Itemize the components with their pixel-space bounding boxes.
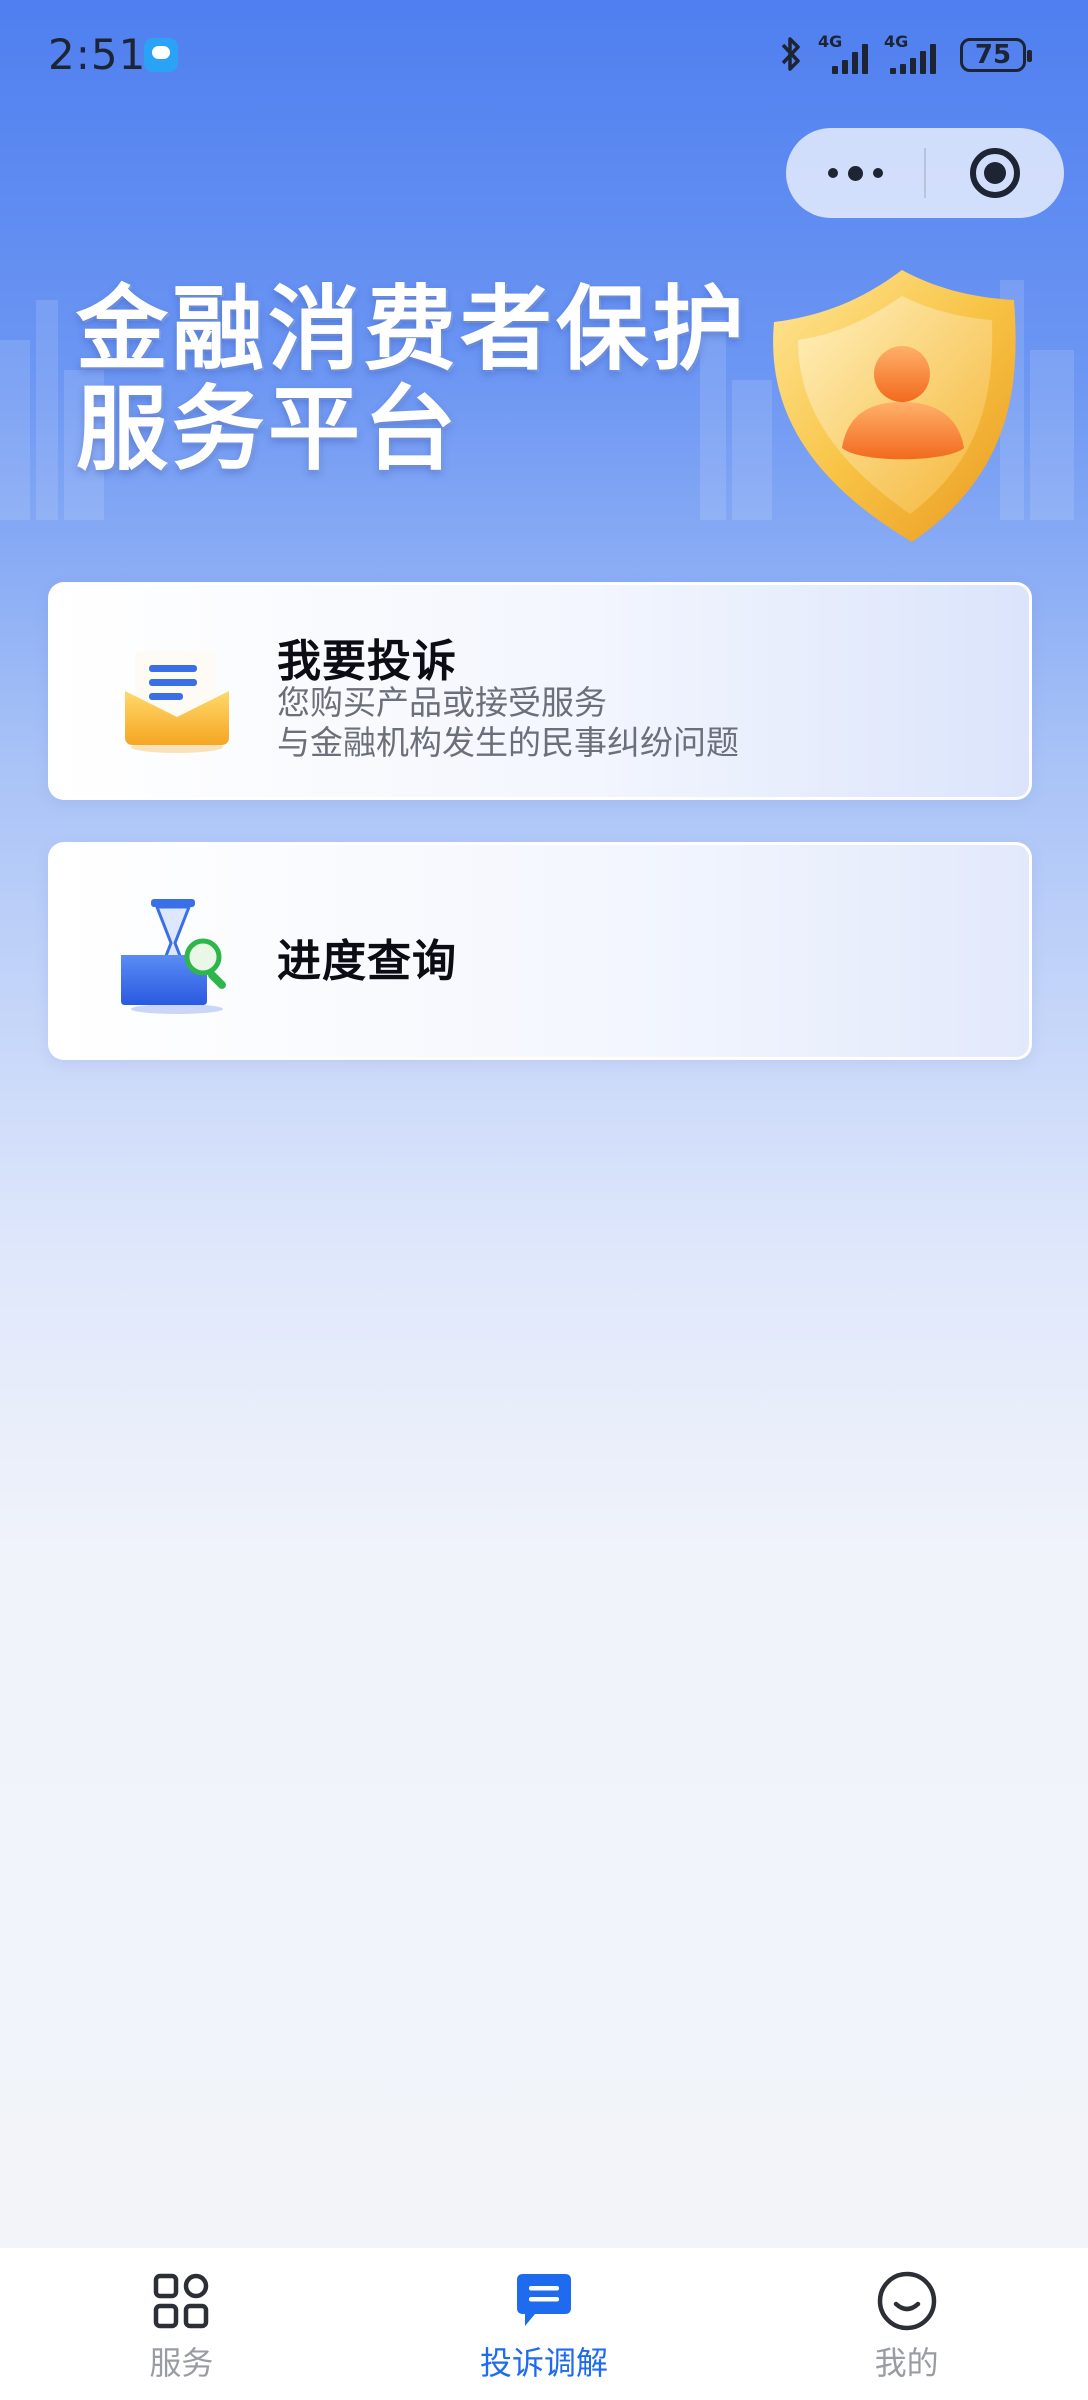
card-title: 我要投诉: [277, 636, 457, 687]
hourglass-search-icon: [121, 899, 226, 1014]
tab-services[interactable]: 服务: [0, 2248, 363, 2400]
tab-mine[interactable]: 我的: [725, 2248, 1088, 2400]
progress-query-card[interactable]: 进度查询: [48, 842, 1032, 1060]
shield-person-icon: [773, 270, 1016, 542]
status-bar: 2:51 4G 4G 75: [0, 0, 1088, 112]
battery-indicator: 75: [960, 38, 1032, 72]
message-icon: [517, 2274, 571, 2326]
card-desc-line-2: 与金融机构发生的民事纠纷问题: [277, 723, 739, 762]
tab-complaint-mediation[interactable]: 投诉调解: [363, 2248, 726, 2400]
target-circle-icon[interactable]: [926, 128, 1064, 218]
envelope-document-icon: [125, 651, 229, 753]
message-notification-icon: [144, 38, 178, 72]
status-time: 2:51: [48, 30, 147, 79]
mini-program-capsule: [786, 128, 1064, 218]
signal-strength-icon-2: 4G: [884, 32, 944, 74]
bluetooth-icon: [781, 37, 800, 71]
signal-strength-icon-1: 4G: [818, 32, 870, 74]
hero-title-line-1: 金融消费者保护: [76, 276, 749, 383]
more-dots-icon[interactable]: [786, 128, 924, 218]
complaint-card[interactable]: 我要投诉 您购买产品或接受服务 与金融机构发生的民事纠纷问题: [48, 582, 1032, 800]
tab-label: 投诉调解: [480, 2344, 609, 2382]
bottom-tab-bar: 服务 投诉调解 我的: [0, 2248, 1088, 2400]
tab-label: 我的: [874, 2344, 939, 2382]
hero-title-line-2: 服务平台: [76, 376, 461, 483]
tab-label: 服务: [149, 2344, 214, 2382]
smile-icon: [877, 2271, 936, 2331]
hero-title: 金融消费者保护 服务平台: [76, 276, 749, 483]
card-desc-line-1: 您购买产品或接受服务: [277, 683, 607, 722]
grid-icon: [154, 2273, 209, 2329]
card-title: 进度查询: [277, 936, 457, 987]
